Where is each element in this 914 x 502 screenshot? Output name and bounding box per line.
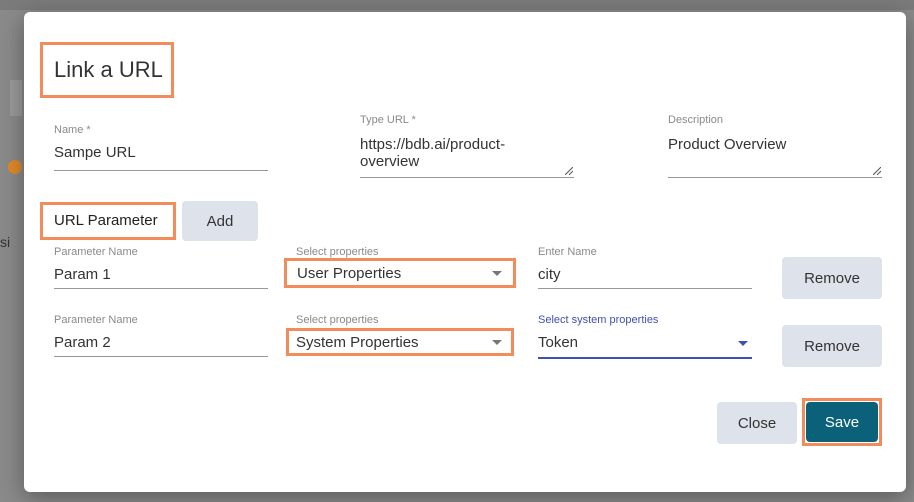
description-underline bbox=[668, 177, 882, 178]
name-field[interactable]: Name * Sampe URL bbox=[54, 124, 268, 174]
param-2-system-properties-value[interactable]: Token bbox=[538, 334, 578, 351]
enter-name-label: Enter Name bbox=[538, 246, 597, 258]
background-text-fragment: si bbox=[0, 234, 11, 250]
param-2-system-properties-underline bbox=[538, 357, 752, 359]
remove-param-2-button[interactable]: Remove bbox=[782, 325, 882, 367]
chevron-down-icon[interactable] bbox=[738, 341, 748, 346]
param-2-name-input[interactable]: Param 2 bbox=[54, 334, 111, 351]
chevron-down-icon[interactable] bbox=[492, 340, 502, 345]
param-1-name-underline bbox=[54, 288, 268, 289]
type-url-label: Type URL * bbox=[360, 114, 416, 126]
param-2-name-field[interactable]: Parameter Name Param 2 bbox=[54, 314, 268, 360]
save-button[interactable]: Save bbox=[806, 402, 878, 442]
description-field[interactable]: Description Product Overview bbox=[668, 114, 882, 178]
param-1-name-field[interactable]: Parameter Name Param 1 bbox=[54, 246, 268, 292]
param-1-name-input[interactable]: Param 1 bbox=[54, 266, 111, 283]
type-url-underline bbox=[360, 177, 574, 178]
name-underline bbox=[54, 170, 268, 171]
chevron-down-icon[interactable] bbox=[492, 271, 502, 276]
param-2-system-properties-field[interactable]: Select system properties Token bbox=[538, 314, 752, 360]
param-2-select-value[interactable]: System Properties bbox=[296, 334, 419, 351]
background-fragment bbox=[10, 80, 22, 116]
resize-handle-icon[interactable] bbox=[873, 167, 881, 175]
name-label: Name * bbox=[54, 124, 91, 136]
param-1-enter-name-field[interactable]: Enter Name city bbox=[538, 246, 752, 292]
type-url-field[interactable]: Type URL * https://bdb.ai/product-overvi… bbox=[360, 114, 574, 178]
select-properties-label: Select properties bbox=[296, 314, 379, 326]
link-url-dialog: Link a URL Name * Sampe URL Type URL * h… bbox=[24, 12, 906, 492]
name-input[interactable]: Sampe URL bbox=[54, 144, 136, 161]
param-1-enter-name-input[interactable]: city bbox=[538, 266, 561, 283]
select-properties-label: Select properties bbox=[296, 246, 379, 258]
url-parameter-label: URL Parameter bbox=[54, 212, 158, 229]
description-label: Description bbox=[668, 114, 724, 126]
remove-param-1-button[interactable]: Remove bbox=[782, 257, 882, 299]
param-name-label: Parameter Name bbox=[54, 246, 138, 258]
resize-handle-icon[interactable] bbox=[565, 167, 573, 175]
dialog-title: Link a URL bbox=[54, 57, 163, 82]
description-textarea[interactable]: Product Overview bbox=[668, 136, 868, 153]
background-status-dot bbox=[8, 160, 22, 174]
param-name-label: Parameter Name bbox=[54, 314, 138, 326]
param-1-select-value[interactable]: User Properties bbox=[297, 265, 401, 282]
select-system-properties-label: Select system properties bbox=[538, 314, 659, 326]
param-2-name-underline bbox=[54, 356, 268, 357]
param-1-enter-name-underline bbox=[538, 288, 752, 289]
close-button[interactable]: Close bbox=[717, 402, 797, 444]
add-parameter-button[interactable]: Add bbox=[182, 201, 258, 241]
type-url-textarea[interactable]: https://bdb.ai/product-overview bbox=[360, 136, 550, 170]
